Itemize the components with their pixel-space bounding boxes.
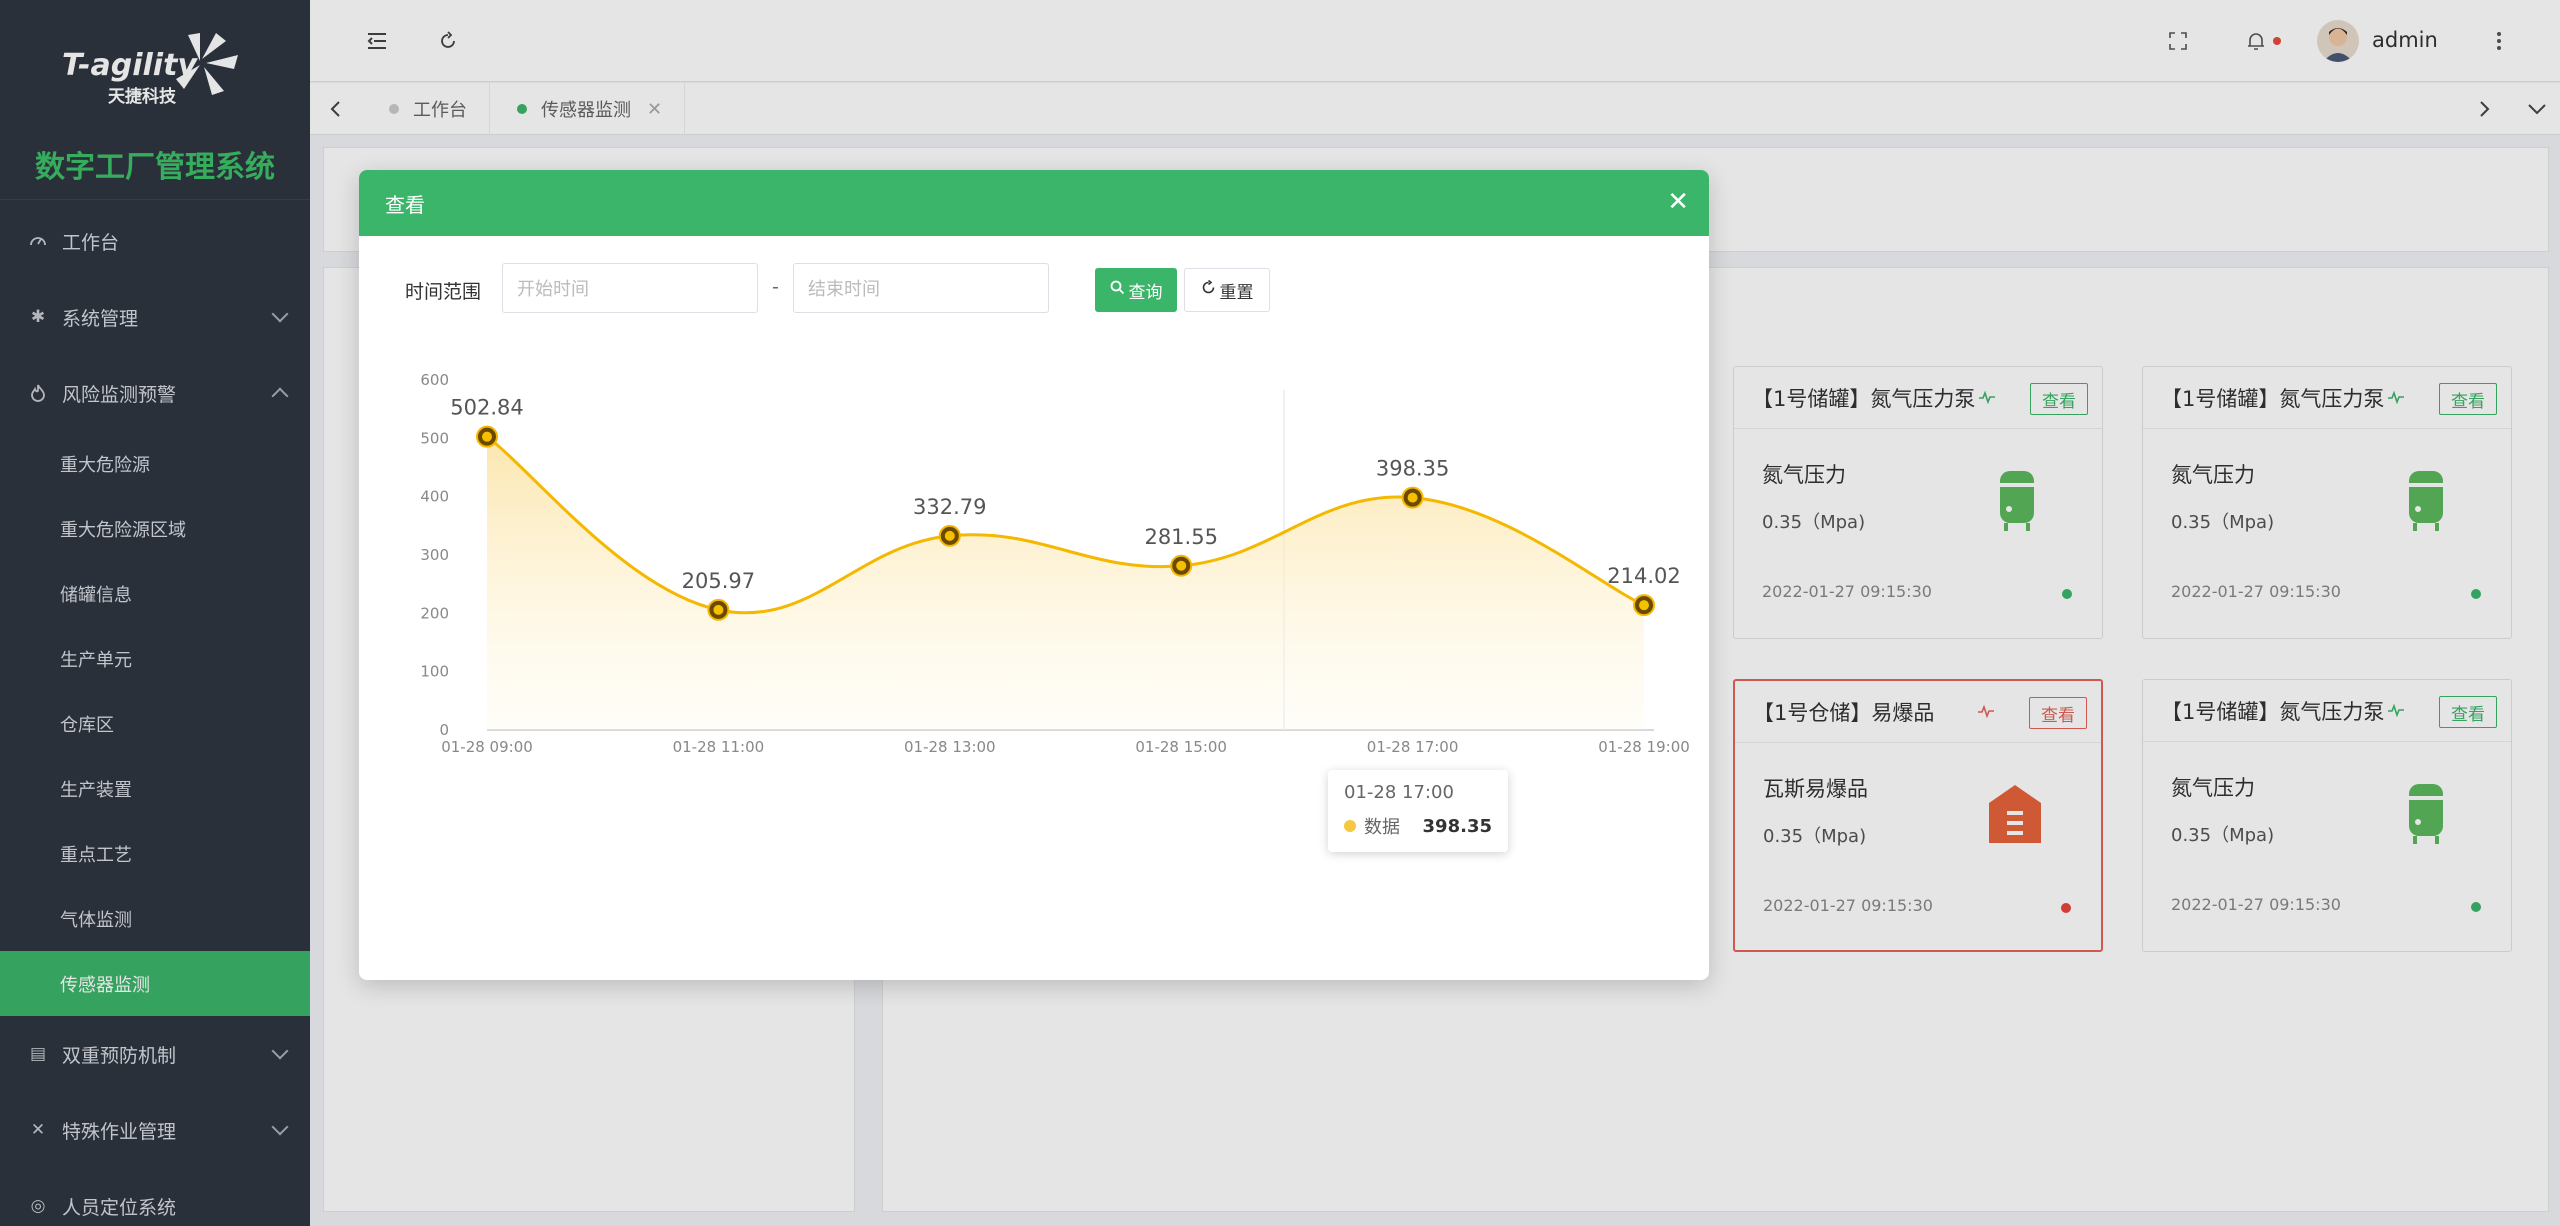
data-point-center: [713, 604, 724, 615]
y-tick-label: 600: [420, 371, 449, 389]
data-label: 332.79: [913, 495, 986, 519]
query-label: 查询: [1128, 282, 1163, 303]
sensor-line-chart: 0 100 200 300 400 500 600 01-28 09:00 01-28 11:0…: [420, 371, 1690, 756]
data-point-center: [1176, 560, 1187, 571]
x-tick-label: 01-28 19:00: [1598, 738, 1690, 756]
y-tick-label: 300: [420, 546, 449, 564]
close-icon[interactable]: ✕: [1667, 188, 1689, 216]
time-range-label: 时间范围: [405, 281, 482, 303]
data-point-center: [1639, 600, 1649, 611]
series-area: [487, 436, 1644, 730]
data-point-center: [482, 431, 492, 442]
x-tick-label: 01-28 17:00: [1367, 738, 1459, 756]
data-point-center: [1407, 492, 1418, 503]
reset-button[interactable]: 重置: [1184, 268, 1270, 312]
tooltip-row: 数据 398.35: [1344, 813, 1492, 839]
x-tick-label: 01-28 13:00: [904, 738, 996, 756]
y-tick-label: 0: [439, 721, 449, 739]
x-tick-label: 01-28 11:00: [673, 738, 765, 756]
y-tick-label: 100: [420, 663, 449, 681]
tooltip-series-name: 数据: [1364, 817, 1400, 838]
y-tick-label: 500: [420, 429, 449, 447]
start-time-input[interactable]: 开始时间: [502, 263, 758, 313]
end-time-input[interactable]: 结束时间: [793, 263, 1049, 313]
modal-title: 查看: [385, 192, 425, 217]
data-label: 398.35: [1376, 457, 1449, 481]
data-label: 502.84: [450, 396, 523, 420]
reset-label: 重置: [1219, 282, 1254, 303]
tooltip-title: 01-28 17:00: [1344, 782, 1454, 803]
y-tick-label: 200: [420, 604, 449, 622]
data-label: 281.55: [1144, 525, 1217, 549]
date-separator: -: [772, 276, 779, 298]
query-button[interactable]: 查询: [1095, 268, 1177, 312]
tooltip-value: 398.35: [1422, 815, 1492, 837]
search-icon: [1110, 280, 1125, 300]
view-modal: 查看 ✕ 时间范围 开始时间 - 结束时间 查询 重置 0 100 200 300 40…: [359, 170, 1709, 980]
data-label: 205.97: [682, 569, 755, 593]
chart-tooltip: 01-28 17:00 数据 398.35: [1328, 770, 1508, 852]
data-point-center: [944, 530, 955, 541]
refresh-icon: [1201, 279, 1216, 300]
x-tick-label: 01-28 09:00: [441, 738, 533, 756]
modal-header: 查看 ✕: [359, 170, 1709, 236]
tooltip-series-dot: [1344, 820, 1356, 832]
data-label: 214.02: [1607, 564, 1680, 588]
x-tick-label: 01-28 15:00: [1135, 738, 1227, 756]
y-tick-label: 400: [420, 488, 449, 506]
